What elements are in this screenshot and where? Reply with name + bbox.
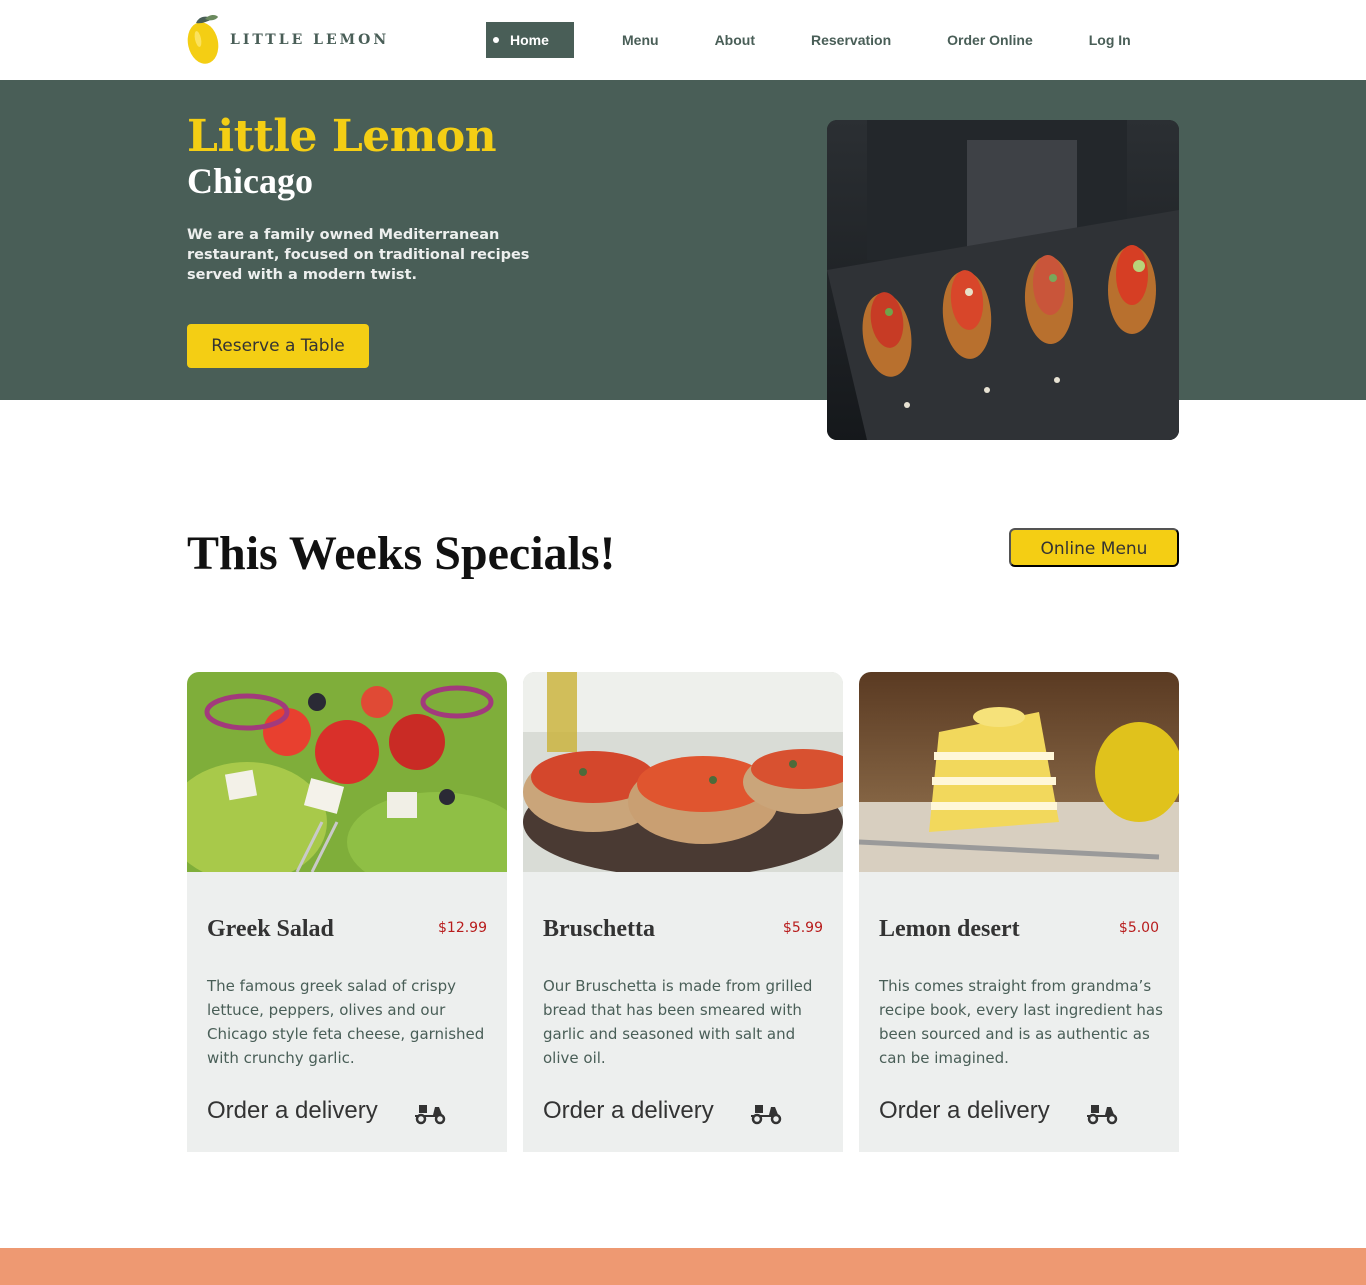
nav-log-in[interactable]: Log In bbox=[1089, 22, 1131, 58]
hero-subtitle: Chicago bbox=[187, 161, 313, 201]
hero-image bbox=[827, 120, 1179, 440]
dish-description: The famous greek salad of crispy lettuce… bbox=[207, 977, 485, 1067]
dish-name: Greek Salad bbox=[207, 916, 334, 942]
lemon-icon bbox=[187, 14, 219, 64]
nav-reservation[interactable]: Reservation bbox=[811, 22, 891, 58]
dish-description: This comes straight from grandma’s recip… bbox=[879, 977, 1163, 1067]
special-card-bruschetta: Bruschetta $5.99 Our Bruschetta is made … bbox=[523, 672, 843, 1152]
dish-price: $5.00 bbox=[1118, 920, 1159, 936]
special-card-lemon-desert: Lemon desert $5.00 This comes straight f… bbox=[859, 672, 1179, 1152]
bruschetta-image bbox=[523, 672, 843, 872]
scooter-icon[interactable] bbox=[1085, 1099, 1119, 1125]
hero-description: We are a family owned Mediterranean rest… bbox=[187, 227, 530, 283]
greek-salad-image bbox=[187, 672, 507, 872]
logo[interactable]: LITTLE LEMON bbox=[187, 14, 389, 66]
dish-description: Our Bruschetta is made from grilled brea… bbox=[543, 977, 813, 1067]
nav-home[interactable]: Home bbox=[486, 22, 574, 58]
order-delivery-link[interactable]: Order a delivery bbox=[207, 1097, 378, 1125]
nav-about[interactable]: About bbox=[715, 22, 755, 58]
online-menu-button[interactable]: Online Menu bbox=[1009, 528, 1179, 567]
specials-title: This Weeks Specials! bbox=[187, 527, 616, 580]
nav-menu[interactable]: Menu bbox=[622, 22, 659, 58]
footer-bar bbox=[0, 1248, 1366, 1285]
dish-price: $12.99 bbox=[438, 920, 487, 936]
special-card-greek-salad: Greek Salad $12.99 The famous greek sala… bbox=[187, 672, 507, 1152]
hero-title: Little Lemon bbox=[187, 111, 497, 162]
scooter-icon[interactable] bbox=[749, 1099, 783, 1125]
dish-price: $5.99 bbox=[782, 920, 823, 936]
dish-name: Bruschetta bbox=[543, 916, 655, 942]
reserve-table-button[interactable]: Reserve a Table bbox=[187, 324, 369, 368]
order-delivery-link[interactable]: Order a delivery bbox=[879, 1097, 1050, 1125]
scooter-icon[interactable] bbox=[413, 1099, 447, 1125]
nav-order-online[interactable]: Order Online bbox=[947, 22, 1033, 58]
site-header: LITTLE LEMON Home Menu About Reservation… bbox=[0, 0, 1366, 80]
dish-name: Lemon desert bbox=[879, 916, 1020, 942]
logo-text: LITTLE LEMON bbox=[230, 32, 390, 48]
order-delivery-link[interactable]: Order a delivery bbox=[543, 1097, 714, 1125]
main-nav: Home Menu About Reservation Order Online… bbox=[486, 22, 1131, 58]
lemon-desert-image bbox=[859, 672, 1179, 872]
